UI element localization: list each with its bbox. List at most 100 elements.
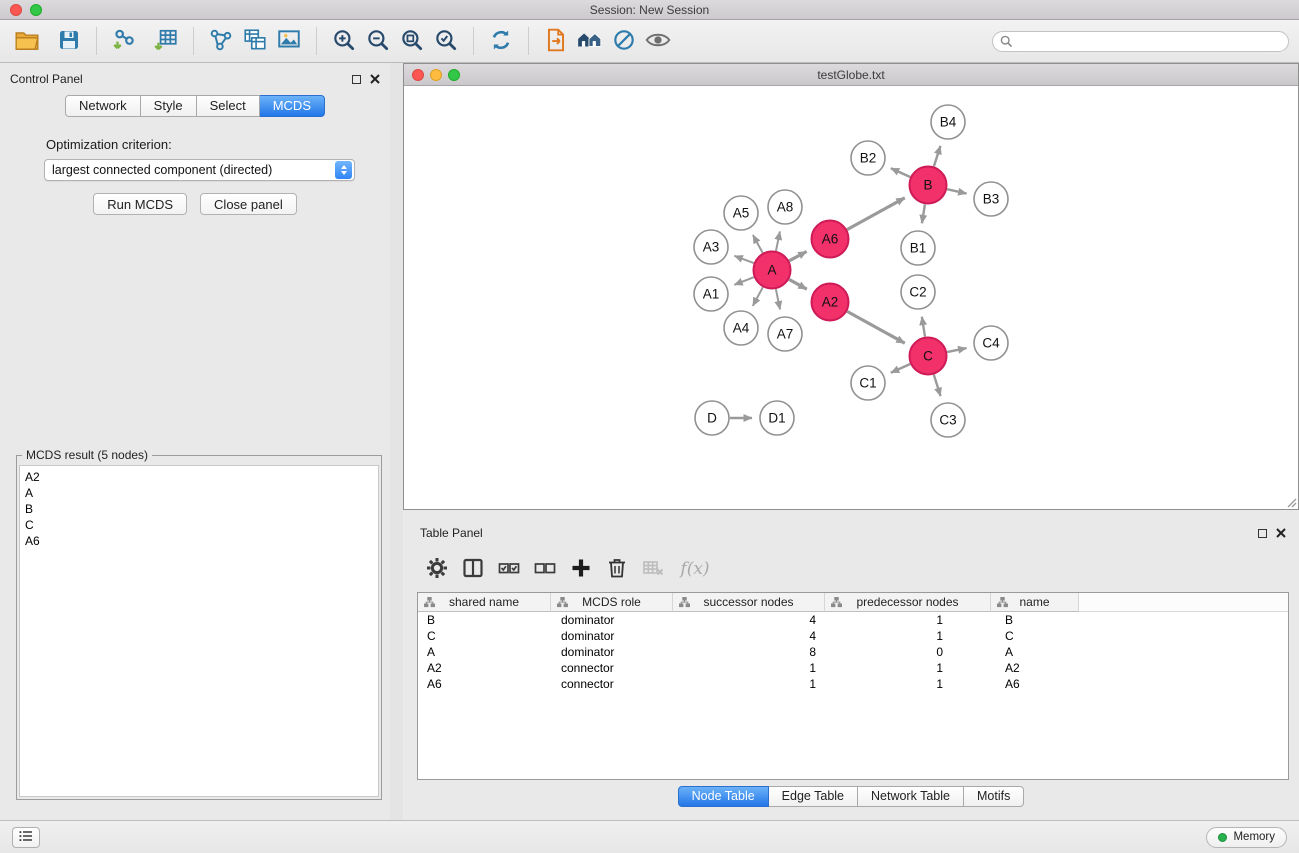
network-close-button[interactable] <box>412 69 424 81</box>
select-all-button[interactable] <box>493 553 525 585</box>
close-table-panel-icon[interactable] <box>1276 526 1286 541</box>
float-table-panel-icon[interactable] <box>1258 529 1267 538</box>
graph-node-C3[interactable]: C3 <box>931 403 965 437</box>
table-cell[interactable]: dominator <box>551 629 673 643</box>
resize-grip-icon[interactable] <box>1285 496 1297 508</box>
toggle-visibility-button[interactable] <box>641 24 675 58</box>
column-header-successor-nodes[interactable]: successor nodes <box>673 593 825 612</box>
table-cell[interactable]: A6 <box>418 677 551 691</box>
table-cell[interactable]: 4 <box>673 613 825 627</box>
memory-button[interactable]: Memory <box>1206 827 1287 848</box>
graph-edge-A-A5[interactable] <box>753 235 763 253</box>
table-cell[interactable]: A6 <box>991 677 1079 691</box>
table-cell[interactable]: 0 <box>825 645 991 659</box>
graph-edge-A6-B[interactable] <box>847 198 905 230</box>
graph-edge-A-A7[interactable] <box>776 289 780 309</box>
table-cell[interactable]: A2 <box>991 661 1079 675</box>
column-header-shared-name[interactable]: shared name <box>418 593 551 612</box>
function-builder-button[interactable]: f(x) <box>673 553 717 585</box>
table-cell[interactable]: 8 <box>673 645 825 659</box>
column-header-predecessor-nodes[interactable]: predecessor nodes <box>825 593 991 612</box>
mcds-result-list[interactable]: A2ABCA6 <box>19 465 379 797</box>
graph-node-B[interactable]: B <box>910 167 947 204</box>
graph-node-B4[interactable]: B4 <box>931 105 965 139</box>
column-header-name[interactable]: name <box>991 593 1079 612</box>
close-panel-button[interactable]: Close panel <box>200 193 297 215</box>
control-panel-tab-mcds[interactable]: MCDS <box>260 95 325 117</box>
column-header-mcds-role[interactable]: MCDS role <box>551 593 673 612</box>
graph-edge-A-A8[interactable] <box>776 231 780 250</box>
refresh-view-button[interactable] <box>484 24 518 58</box>
table-cell[interactable]: 1 <box>673 677 825 691</box>
graph-node-C1[interactable]: C1 <box>851 366 885 400</box>
graph-node-A2[interactable]: A2 <box>812 284 849 321</box>
graph-edge-C-C4[interactable] <box>947 348 966 352</box>
table-cell[interactable]: C <box>991 629 1079 643</box>
show-columns-button[interactable] <box>457 553 489 585</box>
clear-table-button[interactable] <box>637 553 669 585</box>
mcds-result-item[interactable]: A <box>25 485 378 501</box>
float-panel-icon[interactable] <box>352 75 361 84</box>
run-mcds-button[interactable]: Run MCDS <box>93 193 187 215</box>
table-cell[interactable]: A2 <box>418 661 551 675</box>
graph-edge-A-A6[interactable] <box>789 251 806 260</box>
clone-network-button[interactable] <box>238 24 272 58</box>
table-row[interactable]: A6connector11A6 <box>418 676 1288 692</box>
graph-node-B2[interactable]: B2 <box>851 141 885 175</box>
table-cell[interactable]: dominator <box>551 645 673 659</box>
table-cell[interactable]: 1 <box>825 629 991 643</box>
toggle-annotations-button[interactable] <box>607 24 641 58</box>
close-panel-icon[interactable] <box>370 72 380 87</box>
table-tab-network-table[interactable]: Network Table <box>858 786 964 807</box>
graph-node-A4[interactable]: A4 <box>724 311 758 345</box>
import-table-button[interactable] <box>149 24 183 58</box>
table-cell[interactable]: 1 <box>825 677 991 691</box>
graph-edge-A2-C[interactable] <box>847 311 905 343</box>
graph-node-B3[interactable]: B3 <box>974 182 1008 216</box>
table-cell[interactable]: A <box>418 645 551 659</box>
table-cell[interactable]: connector <box>551 677 673 691</box>
mcds-result-item[interactable]: A2 <box>25 469 378 485</box>
table-tab-motifs[interactable]: Motifs <box>964 786 1024 807</box>
table-cell[interactable]: C <box>418 629 551 643</box>
graph-edge-A-A4[interactable] <box>753 287 763 306</box>
graph-node-C2[interactable]: C2 <box>901 275 935 309</box>
table-cell[interactable]: connector <box>551 661 673 675</box>
graph-edge-A-A1[interactable] <box>734 277 754 285</box>
network-canvas[interactable]: B4B2BB3A5A8A6B1A3AC2A1A2A4A7C1CC4C3DD1 <box>404 86 1298 509</box>
graph-edge-C-C2[interactable] <box>922 317 925 337</box>
graph-edge-A-A3[interactable] <box>734 256 753 263</box>
network-tools-button[interactable] <box>204 24 238 58</box>
graph-node-D[interactable]: D <box>695 401 729 435</box>
graph-node-A6[interactable]: A6 <box>812 221 849 258</box>
table-cell[interactable]: B <box>991 613 1079 627</box>
open-manual-button[interactable] <box>539 24 573 58</box>
zoom-in-button[interactable] <box>327 24 361 58</box>
graph-node-A5[interactable]: A5 <box>724 196 758 230</box>
network-zoom-button[interactable] <box>448 69 460 81</box>
table-cell[interactable]: 4 <box>673 629 825 643</box>
graph-node-A1[interactable]: A1 <box>694 277 728 311</box>
open-session-button[interactable] <box>10 24 44 58</box>
graph-node-B1[interactable]: B1 <box>901 231 935 265</box>
table-row[interactable]: Adominator80A <box>418 644 1288 660</box>
table-cell[interactable]: A <box>991 645 1079 659</box>
mcds-result-item[interactable]: C <box>25 517 378 533</box>
optimization-criterion-select[interactable]: largest connected component (directed) <box>44 159 355 181</box>
table-cell[interactable]: 1 <box>825 613 991 627</box>
table-tab-edge-table[interactable]: Edge Table <box>769 786 858 807</box>
network-minimize-button[interactable] <box>430 69 442 81</box>
mcds-result-item[interactable]: A6 <box>25 533 378 549</box>
graph-node-A8[interactable]: A8 <box>768 190 802 224</box>
table-cell[interactable]: dominator <box>551 613 673 627</box>
delete-column-button[interactable] <box>601 553 633 585</box>
graph-edge-B-B4[interactable] <box>934 146 941 167</box>
zoom-window-button[interactable] <box>30 4 42 16</box>
table-row[interactable]: A2connector11A2 <box>418 660 1288 676</box>
zoom-fit-button[interactable] <box>395 24 429 58</box>
import-network-button[interactable] <box>107 24 141 58</box>
graph-edge-A-A2[interactable] <box>789 279 807 289</box>
table-settings-button[interactable] <box>421 553 453 585</box>
export-image-button[interactable] <box>272 24 306 58</box>
graph-edge-C-C3[interactable] <box>934 375 941 397</box>
